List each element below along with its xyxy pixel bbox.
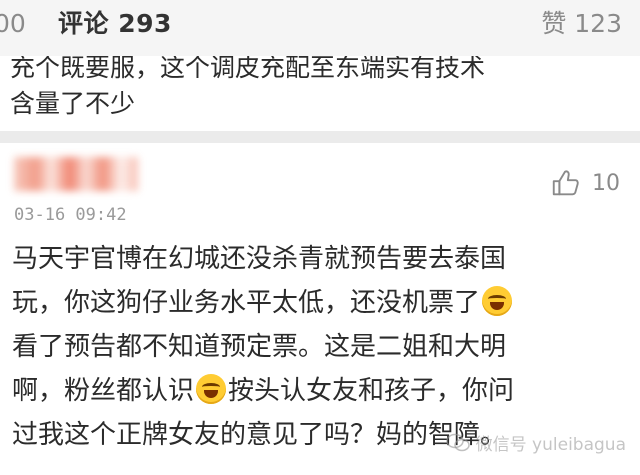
laugh-cry-emoji-icon xyxy=(482,286,513,316)
tab-comments[interactable]: 评论 293 xyxy=(58,8,172,40)
tab-likes[interactable]: 赞 123 xyxy=(541,8,622,40)
previous-comment-cut-line: 充个既要服，这个调皮充配至东端实有技术 xyxy=(10,56,486,82)
comment-line: 马天宇官博在幻城还没杀青就预告要去泰国 xyxy=(12,244,507,274)
previous-comment: 充个既要服，这个调皮充配至东端实有技术 含量了不少 xyxy=(0,56,640,131)
comment-line-text: 按头认女友和孩子，你问 xyxy=(228,376,515,406)
tab-reposts[interactable]: 00 xyxy=(0,8,26,40)
wechat-watermark: 微信号 yuleibagua xyxy=(445,430,626,455)
blurred-username[interactable] xyxy=(14,157,138,191)
comment-line-text: 啊，粉丝都认识 xyxy=(12,376,195,406)
like-count: 10 xyxy=(592,170,620,196)
comment-item: 10 03-16 09:42 马天宇官博在幻城还没杀青就预告要去泰国 玩，你这狗… xyxy=(0,143,640,475)
wechat-icon xyxy=(445,433,470,451)
thumbs-up-icon xyxy=(552,170,579,196)
laugh-cry-emoji-icon xyxy=(196,374,227,404)
comment-tabs-bar: 00 评论 293 赞 123 xyxy=(0,0,640,56)
comment-body: 马天宇官博在幻城还没杀青就预告要去泰国 玩，你这狗仔业务水平太低，还没机票了 看… xyxy=(12,237,624,457)
like-button[interactable]: 10 xyxy=(550,165,620,201)
comment-line-text: 玩，你这狗仔业务水平太低，还没机票了 xyxy=(12,288,481,318)
comment-divider xyxy=(0,131,640,143)
previous-comment-last-line: 含量了不少 xyxy=(10,89,136,118)
watermark-text: 微信号 yuleibagua xyxy=(475,435,626,455)
comment-line: 啊，粉丝都认识 按头认女友和孩子，你问 xyxy=(12,369,624,413)
comment-line: 看了预告都不知道预定票。这是二姐和大明 xyxy=(12,332,507,362)
comment-line: 玩，你这狗仔业务水平太低，还没机票了 xyxy=(12,281,624,325)
comment-timestamp: 03-16 09:42 xyxy=(14,205,127,225)
